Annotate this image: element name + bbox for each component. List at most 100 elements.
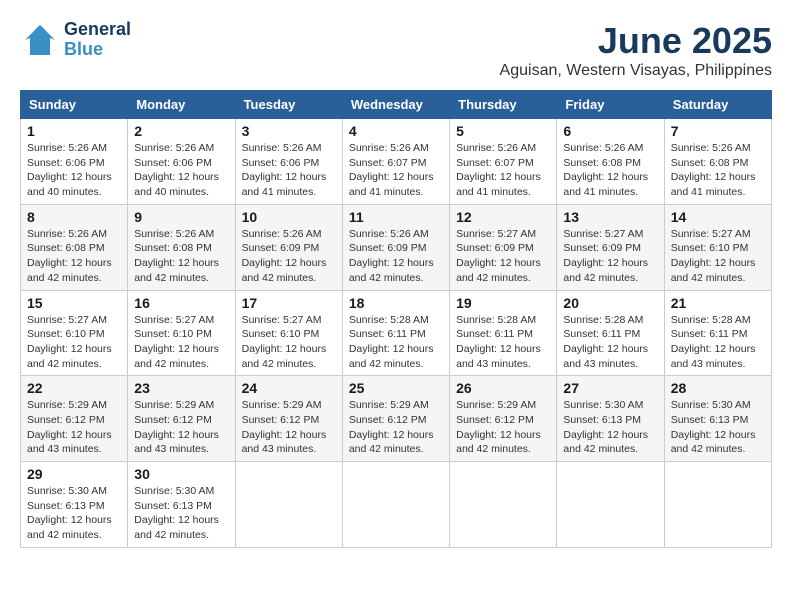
day-number: 4 [349,123,443,139]
day-number: 21 [671,295,765,311]
day-number: 17 [242,295,336,311]
day-number: 15 [27,295,121,311]
day-info: Sunrise: 5:26 AMSunset: 6:06 PMDaylight:… [27,141,121,200]
day-info: Sunrise: 5:26 AMSunset: 6:08 PMDaylight:… [27,227,121,286]
col-monday: Monday [128,91,235,119]
day-number: 3 [242,123,336,139]
table-row: 4 Sunrise: 5:26 AMSunset: 6:07 PMDaylight… [342,119,449,205]
day-info: Sunrise: 5:26 AMSunset: 6:07 PMDaylight:… [349,141,443,200]
logo-general: General [64,20,131,40]
day-info: Sunrise: 5:26 AMSunset: 6:08 PMDaylight:… [671,141,765,200]
table-row: 17Sunrise: 5:27 AMSunset: 6:10 PMDayligh… [235,290,342,376]
day-info: Sunrise: 5:30 AMSunset: 6:13 PMDaylight:… [134,484,228,543]
day-number: 29 [27,466,121,482]
day-info: Sunrise: 5:28 AMSunset: 6:11 PMDaylight:… [456,313,550,372]
day-number: 2 [134,123,228,139]
table-row: 20 Sunrise: 5:28 AMSunset: 6:11 PMDayligh… [557,290,664,376]
table-row [450,462,557,548]
table-row: 24Sunrise: 5:29 AMSunset: 6:12 PMDayligh… [235,376,342,462]
calendar-week-2: 8 Sunrise: 5:26 AMSunset: 6:08 PMDaylight… [21,204,772,290]
day-number: 14 [671,209,765,225]
day-number: 18 [349,295,443,311]
table-row: 1Sunrise: 5:26 AMSunset: 6:06 PMDaylight… [21,119,128,205]
table-row: 5Sunrise: 5:26 AMSunset: 6:07 PMDaylight… [450,119,557,205]
day-info: Sunrise: 5:30 AMSunset: 6:13 PMDaylight:… [671,398,765,457]
day-info: Sunrise: 5:28 AMSunset: 6:11 PMDaylight:… [671,313,765,372]
table-row: 6Sunrise: 5:26 AMSunset: 6:08 PMDaylight… [557,119,664,205]
table-row: 25 Sunrise: 5:29 AMSunset: 6:12 PMDayligh… [342,376,449,462]
table-row: 21 Sunrise: 5:28 AMSunset: 6:11 PMDayligh… [664,290,771,376]
day-number: 23 [134,380,228,396]
table-row [342,462,449,548]
day-info: Sunrise: 5:28 AMSunset: 6:11 PMDaylight:… [349,313,443,372]
month-title: June 2025 [500,20,772,62]
day-info: Sunrise: 5:30 AMSunset: 6:13 PMDaylight:… [563,398,657,457]
location-title: Aguisan, Western Visayas, Philippines [500,62,772,80]
table-row: 23 Sunrise: 5:29 AMSunset: 6:12 PMDayligh… [128,376,235,462]
day-info: Sunrise: 5:29 AMSunset: 6:12 PMDaylight:… [349,398,443,457]
calendar-week-5: 29 Sunrise: 5:30 AMSunset: 6:13 PMDayligh… [21,462,772,548]
table-row: 27 Sunrise: 5:30 AMSunset: 6:13 PMDayligh… [557,376,664,462]
day-number: 8 [27,209,121,225]
day-info: Sunrise: 5:26 AMSunset: 6:06 PMDaylight:… [242,141,336,200]
day-number: 6 [563,123,657,139]
logo: General Blue [20,20,131,60]
day-info: Sunrise: 5:26 AMSunset: 6:09 PMDaylight:… [242,227,336,286]
table-row: 30 Sunrise: 5:30 AMSunset: 6:13 PMDayligh… [128,462,235,548]
col-thursday: Thursday [450,91,557,119]
page-header: General Blue June 2025 Aguisan, Western … [20,20,772,80]
calendar-week-4: 22 Sunrise: 5:29 AMSunset: 6:12 PMDayligh… [21,376,772,462]
table-row: 14Sunrise: 5:27 AMSunset: 6:10 PMDayligh… [664,204,771,290]
day-number: 20 [563,295,657,311]
day-info: Sunrise: 5:30 AMSunset: 6:13 PMDaylight:… [27,484,121,543]
day-number: 19 [456,295,550,311]
day-number: 26 [456,380,550,396]
col-sunday: Sunday [21,91,128,119]
table-row: 11 Sunrise: 5:26 AMSunset: 6:09 PMDayligh… [342,204,449,290]
table-row: 29 Sunrise: 5:30 AMSunset: 6:13 PMDayligh… [21,462,128,548]
day-info: Sunrise: 5:27 AMSunset: 6:10 PMDaylight:… [27,313,121,372]
header-row: Sunday Monday Tuesday Wednesday Thursday… [21,91,772,119]
day-number: 22 [27,380,121,396]
table-row [235,462,342,548]
table-row: 7 Sunrise: 5:26 AMSunset: 6:08 PMDaylight… [664,119,771,205]
day-number: 12 [456,209,550,225]
table-row [664,462,771,548]
calendar-table: Sunday Monday Tuesday Wednesday Thursday… [20,90,772,548]
table-row: 18 Sunrise: 5:28 AMSunset: 6:11 PMDayligh… [342,290,449,376]
day-number: 11 [349,209,443,225]
col-saturday: Saturday [664,91,771,119]
day-info: Sunrise: 5:26 AMSunset: 6:08 PMDaylight:… [134,227,228,286]
table-row: 22Sunrise: 5:29 AMSunset: 6:12 PMDayligh… [21,376,128,462]
calendar-week-1: 1Sunrise: 5:26 AMSunset: 6:06 PMDaylight… [21,119,772,205]
table-row: 15 Sunrise: 5:27 AMSunset: 6:10 PMDayligh… [21,290,128,376]
table-row [557,462,664,548]
day-info: Sunrise: 5:29 AMSunset: 6:12 PMDaylight:… [242,398,336,457]
table-row: 19 Sunrise: 5:28 AMSunset: 6:11 PMDayligh… [450,290,557,376]
table-row: 9 Sunrise: 5:26 AMSunset: 6:08 PMDaylight… [128,204,235,290]
day-info: Sunrise: 5:29 AMSunset: 6:12 PMDaylight:… [134,398,228,457]
table-row: 16 Sunrise: 5:27 AMSunset: 6:10 PMDayligh… [128,290,235,376]
day-info: Sunrise: 5:29 AMSunset: 6:12 PMDaylight:… [456,398,550,457]
day-number: 27 [563,380,657,396]
day-number: 7 [671,123,765,139]
day-info: Sunrise: 5:27 AMSunset: 6:10 PMDaylight:… [134,313,228,372]
day-number: 16 [134,295,228,311]
col-friday: Friday [557,91,664,119]
day-info: Sunrise: 5:27 AMSunset: 6:09 PMDaylight:… [563,227,657,286]
table-row: 10Sunrise: 5:26 AMSunset: 6:09 PMDayligh… [235,204,342,290]
day-number: 9 [134,209,228,225]
table-row: 13Sunrise: 5:27 AMSunset: 6:09 PMDayligh… [557,204,664,290]
table-row: 12 Sunrise: 5:27 AMSunset: 6:09 PMDayligh… [450,204,557,290]
table-row: 28Sunrise: 5:30 AMSunset: 6:13 PMDayligh… [664,376,771,462]
day-info: Sunrise: 5:26 AMSunset: 6:09 PMDaylight:… [349,227,443,286]
table-row: 8 Sunrise: 5:26 AMSunset: 6:08 PMDaylight… [21,204,128,290]
day-info: Sunrise: 5:27 AMSunset: 6:09 PMDaylight:… [456,227,550,286]
col-tuesday: Tuesday [235,91,342,119]
day-number: 25 [349,380,443,396]
day-info: Sunrise: 5:26 AMSunset: 6:06 PMDaylight:… [134,141,228,200]
table-row: 26 Sunrise: 5:29 AMSunset: 6:12 PMDayligh… [450,376,557,462]
day-info: Sunrise: 5:28 AMSunset: 6:11 PMDaylight:… [563,313,657,372]
logo-icon [20,20,60,60]
day-number: 30 [134,466,228,482]
